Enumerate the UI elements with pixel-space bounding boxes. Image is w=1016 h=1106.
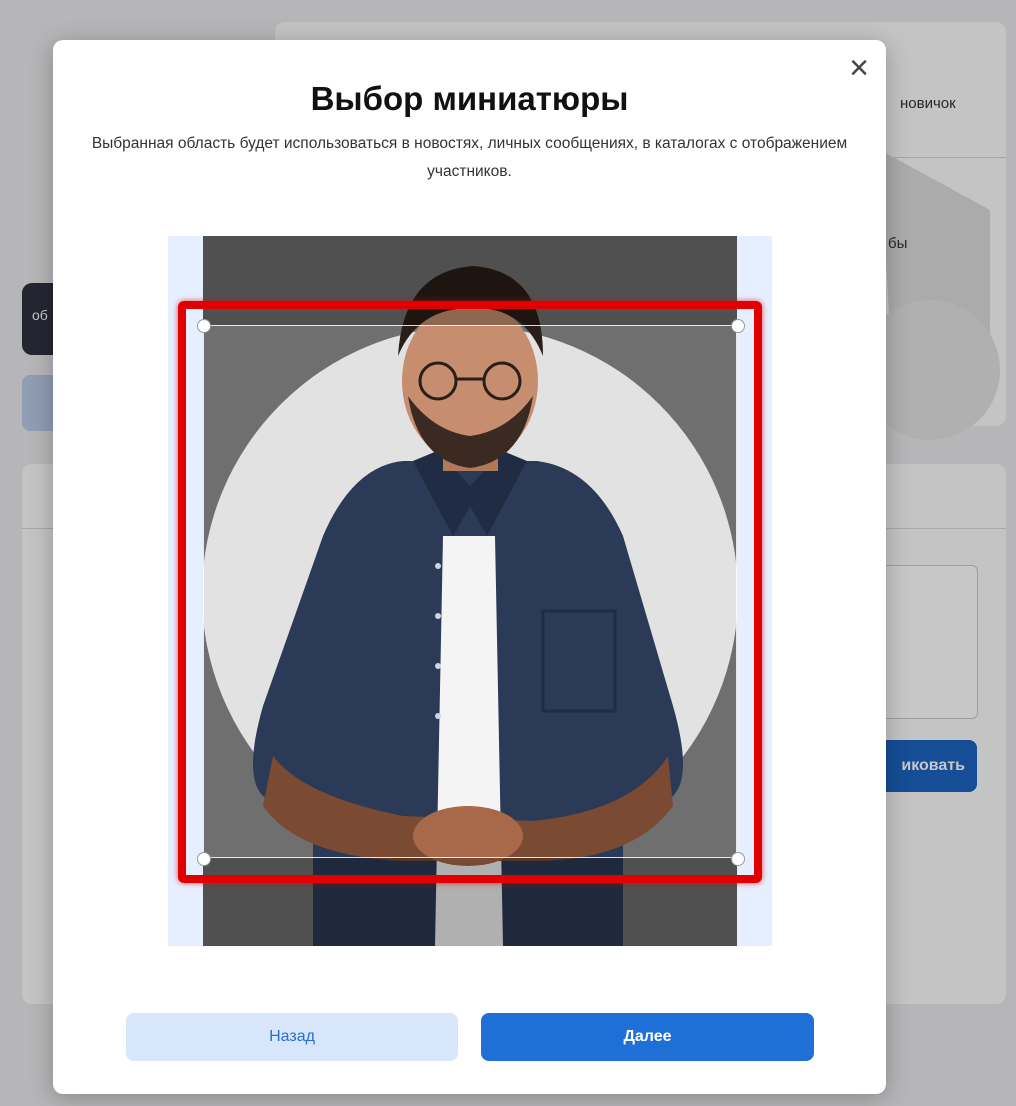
crop-handle-bottom-left[interactable] xyxy=(197,852,211,866)
crop-handle-top-left[interactable] xyxy=(197,319,211,333)
crop-shade-bottom xyxy=(203,858,737,946)
thumbnail-modal: × Выбор миниатюры Выбранная область буде… xyxy=(53,40,886,1094)
crop-shade-top xyxy=(203,236,737,325)
modal-title: Выбор миниатюры xyxy=(310,80,629,117)
crop-selection[interactable] xyxy=(203,325,737,858)
crop-handle-bottom-right[interactable] xyxy=(731,852,745,866)
next-button[interactable]: Далее xyxy=(481,1013,814,1061)
modal-subtitle: Выбранная область будет использоваться в… xyxy=(91,135,848,180)
crop-area xyxy=(168,236,772,946)
crop-handle-top-right[interactable] xyxy=(731,319,745,333)
back-button[interactable]: Назад xyxy=(126,1013,458,1061)
